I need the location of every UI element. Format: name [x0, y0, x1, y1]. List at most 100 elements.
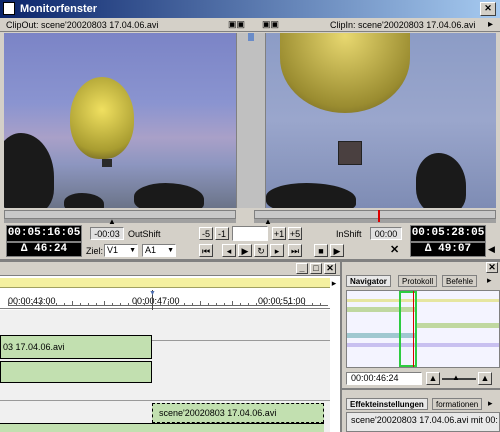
navigator-titlebar: ✕: [342, 262, 500, 274]
playhead-marker-icon: ▼: [149, 290, 156, 297]
ruler-tick: [104, 301, 105, 306]
video-clip-3[interactable]: scene'20020803 17.04.06.avi: [152, 403, 324, 423]
ruler-tick: [56, 303, 57, 306]
ruler-tick: [120, 303, 121, 306]
ruler-tick: [32, 303, 33, 306]
right-duration: Δ 49:07: [410, 242, 486, 257]
stop-icon[interactable]: ■: [314, 244, 328, 257]
monitor-divider[interactable]: [236, 33, 266, 208]
ruler-tick: [16, 303, 17, 306]
go-to-next-edit-icon[interactable]: ⏭: [288, 244, 302, 257]
target-label: Ziel:: [86, 246, 104, 256]
ruler-tick: [296, 301, 297, 306]
play-edit-icon[interactable]: ▶: [238, 244, 252, 257]
window-icon: [3, 2, 15, 15]
ruler-tick: [88, 303, 89, 306]
window-titlebar: Monitorfenster ✕: [0, 0, 500, 18]
clip-3-label: scene'20020803 17.04.06.avi: [159, 408, 277, 418]
work-area-bar[interactable]: [0, 278, 330, 288]
zoom-slider-thumb-icon[interactable]: ▲: [452, 373, 460, 382]
effects-menu-arrow-icon[interactable]: ▸: [488, 398, 493, 409]
timeline-close-button[interactable]: ✕: [324, 263, 336, 274]
left-view-toggle-icon[interactable]: ▣▣: [228, 19, 245, 30]
left-scrub-bar[interactable]: [4, 210, 236, 219]
zoom-in-icon[interactable]: ▲: [478, 372, 492, 385]
out-shift-value[interactable]: -00:03: [90, 227, 124, 240]
ruler-tick: [216, 303, 217, 306]
go-to-previous-edit-icon[interactable]: ⏮: [199, 244, 213, 257]
left-playhead-icon[interactable]: ▲: [108, 217, 116, 226]
audio-clip[interactable]: [0, 423, 324, 432]
ruler-tick: [320, 303, 321, 306]
navigator-menu-arrow-icon[interactable]: ▸: [487, 275, 492, 286]
ruler-tick: [288, 303, 289, 306]
tab-navigator[interactable]: Navigator: [346, 275, 391, 287]
effects-content: scene'20020803 17.04.06.avi mit 00:: [346, 412, 500, 432]
right-playhead-icon[interactable]: ▲: [264, 217, 272, 226]
tab-befehle[interactable]: Befehle: [442, 275, 478, 287]
ruler-tick: [264, 301, 265, 306]
divider-marker-icon: [248, 33, 254, 41]
navigator-thumbnail[interactable]: [346, 290, 500, 368]
balloon-envelope-close: [280, 33, 410, 113]
ruler-tick: [136, 301, 137, 306]
trim-minus5-button[interactable]: -5: [199, 227, 213, 240]
dropdown-arrow-icon: ▼: [167, 247, 174, 254]
in-shift-value[interactable]: 00:00: [370, 227, 402, 240]
menu-arrow-icon[interactable]: ▸: [488, 19, 493, 30]
minimize-button[interactable]: _: [296, 263, 308, 274]
clip-out-video: [4, 33, 236, 208]
loop-icon[interactable]: ↻: [254, 244, 268, 257]
ruler-tick: [280, 303, 281, 306]
out-shift-label: OutShift: [128, 229, 161, 239]
ruler-tick: [144, 303, 145, 306]
target-video-select[interactable]: V1 ▼: [104, 244, 138, 257]
right-timecode[interactable]: 00:05:28:05: [410, 225, 486, 242]
time-ruler[interactable]: 00:00:43:00 00:00:47:00 00:00:51:00: [0, 289, 330, 309]
tab-protokoll[interactable]: Protokoll: [398, 275, 438, 287]
trim-plus5-button[interactable]: +5: [288, 227, 302, 240]
ruler-tick: [112, 303, 113, 306]
cancel-edit-icon[interactable]: ✕: [390, 243, 399, 256]
navigator-close-button[interactable]: ✕: [486, 262, 498, 273]
right-scrub-bar[interactable]: [254, 210, 496, 219]
step-forward-icon[interactable]: ▸: [270, 244, 284, 257]
ruler-tick: [200, 301, 201, 306]
ruler-tick: [48, 303, 49, 306]
video-clip-2[interactable]: [0, 361, 152, 383]
tab-informationen[interactable]: formationen: [432, 398, 483, 410]
step-back-icon[interactable]: ◂: [222, 244, 236, 257]
clip-in-video: [266, 33, 496, 208]
left-jog-track[interactable]: [4, 219, 236, 223]
right-view-toggle-icon[interactable]: ▣▣: [262, 19, 279, 30]
maximize-button[interactable]: □: [310, 263, 322, 274]
play-icon[interactable]: ▶: [330, 244, 344, 257]
ruler-tick: [80, 303, 81, 306]
zoom-out-icon[interactable]: ▲: [426, 372, 440, 385]
target-audio-select[interactable]: A1 ▼: [142, 244, 176, 257]
dropdown-arrow-icon: ▼: [129, 247, 136, 254]
effects-clip-label: scene'20020803 17.04.06.avi mit 00:: [351, 415, 498, 425]
right-jog-track[interactable]: [254, 219, 496, 223]
clip-out-label: ClipOut: scene'20020803 17.04.06.avi: [6, 20, 159, 30]
ruler-tick: [240, 303, 241, 306]
volume-icon[interactable]: ◀: [488, 244, 495, 255]
trim-plus1-button[interactable]: +1: [272, 227, 286, 240]
clip-1-label: 03 17.04.06.avi: [3, 342, 65, 352]
tab-effekteinstellungen[interactable]: Effekteinstellungen: [346, 398, 428, 410]
trim-minus1-button[interactable]: -1: [215, 227, 229, 240]
trim-value-field[interactable]: [232, 226, 268, 241]
navigator-view-frame[interactable]: [399, 291, 417, 367]
left-timecode[interactable]: 00:05:16:05: [6, 225, 82, 242]
close-button[interactable]: ✕: [480, 2, 496, 16]
video-clip-1[interactable]: 03 17.04.06.avi: [0, 335, 152, 359]
ruler-tick: [168, 301, 169, 306]
ruler-tick: [96, 303, 97, 306]
ruler-tick: [312, 303, 313, 306]
ruler-tick: [192, 303, 193, 306]
ruler-tick: [176, 303, 177, 306]
balloon-basket-close: [338, 141, 362, 165]
ruler-tick: [224, 303, 225, 306]
navigator-timecode[interactable]: 00:00:46:24: [346, 372, 422, 385]
ruler-tick: [232, 301, 233, 306]
